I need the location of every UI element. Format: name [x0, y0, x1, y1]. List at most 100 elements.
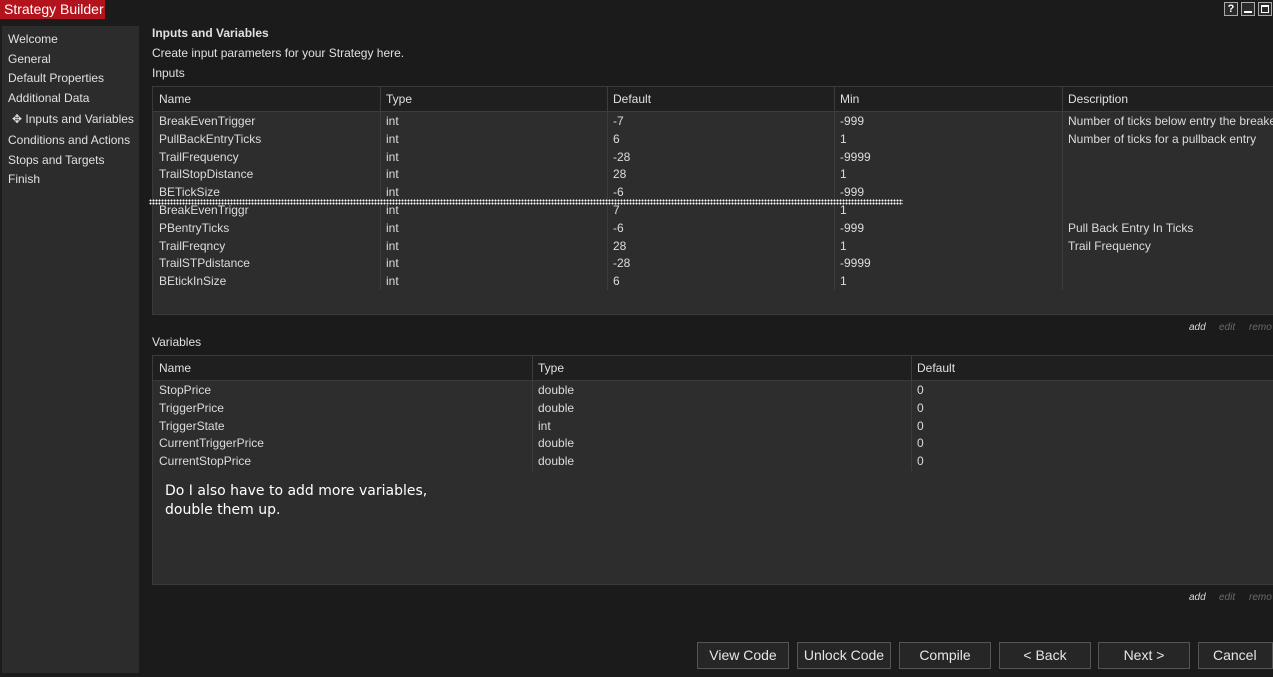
inputs-edit-link[interactable]: edit — [1219, 322, 1235, 333]
variables-table-header: Name Type Default — [153, 356, 1273, 381]
minimize-icon[interactable] — [1241, 2, 1255, 16]
sidebar-item-stops-and-targets[interactable]: Stops and Targets — [8, 153, 105, 167]
help-icon[interactable]: ? — [1224, 2, 1238, 16]
table-row[interactable]: TrailFrequency int -28 -9999 — [153, 149, 1273, 167]
variables-label: Variables — [152, 335, 202, 349]
table-row[interactable]: BEtickInSize int 6 1 — [153, 273, 1273, 291]
table-cell: -6 — [613, 220, 624, 235]
column-header-name[interactable]: Name — [153, 87, 191, 112]
table-cell: 0 — [917, 383, 924, 397]
table-cell: 28 — [613, 238, 627, 253]
table-row[interactable]: PBentryTicks int -6 -999 Pull Back Entry In … — [153, 220, 1273, 238]
table-cell: int — [386, 274, 399, 289]
column-header-description[interactable]: Description — [1062, 87, 1128, 112]
table-cell: Pull Back Entry In Ticks — [1068, 220, 1194, 235]
table-cell: int — [386, 149, 399, 164]
annotation-line-2: double them up. — [165, 502, 281, 518]
maximize-icon[interactable] — [1258, 2, 1272, 16]
table-row[interactable]: TriggerState int 0 — [153, 418, 1273, 436]
table-cell: 1 — [840, 238, 847, 253]
table-cell: CurrentStopPrice — [159, 454, 252, 469]
table-cell: PBentryTicks — [159, 220, 230, 235]
sidebar-item-additional-data[interactable]: Additional Data — [8, 91, 89, 105]
table-cell: TrailFreqncy — [159, 238, 226, 253]
table-cell: 28 — [613, 167, 627, 182]
inputs-remove-link[interactable]: remo — [1249, 322, 1272, 333]
table-cell: int — [386, 131, 399, 146]
table-row[interactable]: PullBackEntryTicks int 6 1 Number of ticks f… — [153, 131, 1273, 149]
sidebar-item-default-properties[interactable]: Default Properties — [8, 71, 104, 85]
page-description: Create input parameters for your Strateg… — [152, 46, 405, 60]
table-cell: -9999 — [840, 256, 871, 271]
unlock-code-button[interactable]: Unlock Code — [797, 642, 891, 669]
table-cell: int — [386, 256, 399, 271]
page-title: Inputs and Variables — [152, 26, 269, 40]
variables-edit-link[interactable]: edit — [1219, 592, 1235, 603]
dotted-separator — [149, 199, 903, 205]
table-cell: StopPrice — [159, 383, 212, 397]
table-row[interactable]: TrailStopDistance int 28 1 — [153, 166, 1273, 184]
column-header-type[interactable]: Type — [532, 356, 564, 381]
inputs-add-link[interactable]: add — [1189, 322, 1206, 333]
column-header-default[interactable]: Default — [607, 87, 651, 112]
table-cell: -999 — [840, 114, 865, 128]
annotation-note: Do I also have to add more variables, do… — [165, 482, 427, 520]
column-header-min[interactable]: Min — [834, 87, 859, 112]
table-cell: 6 — [613, 131, 620, 146]
view-code-button[interactable]: View Code — [697, 642, 789, 669]
table-cell: 6 — [613, 274, 620, 289]
table-cell: Trail Frequency — [1068, 238, 1151, 253]
title-bar: Strategy Builder ? — [0, 0, 1273, 19]
table-cell: TrailSTPdistance — [159, 256, 250, 271]
table-cell: int — [538, 418, 551, 433]
table-row[interactable]: TrailSTPdistance int -28 -9999 — [153, 255, 1273, 273]
sidebar: Welcome General Default Properties Addit… — [2, 26, 139, 673]
cancel-button[interactable]: Cancel — [1198, 642, 1273, 669]
table-cell: Number of ticks below entry the breakeve… — [1068, 114, 1273, 128]
table-cell: -7 — [613, 114, 624, 128]
annotation-line-1: Do I also have to add more variables, — [165, 483, 428, 499]
table-cell: 0 — [917, 436, 924, 451]
table-cell: 0 — [917, 400, 924, 415]
table-cell: double — [538, 454, 575, 469]
table-cell: int — [386, 220, 399, 235]
table-cell: -28 — [613, 256, 631, 271]
table-cell: 0 — [917, 454, 924, 469]
table-cell: TrailStopDistance — [159, 167, 254, 182]
table-row[interactable]: TriggerPrice double 0 — [153, 400, 1273, 418]
table-cell: double — [538, 400, 575, 415]
inputs-table-header: Name Type Default Min Description — [153, 87, 1273, 112]
table-cell: 1 — [840, 274, 847, 289]
table-cell: TriggerState — [159, 418, 225, 433]
table-row[interactable]: StopPrice double 0 — [153, 382, 1273, 400]
table-cell: TrailFrequency — [159, 149, 239, 164]
table-row[interactable]: TrailFreqncy int 28 1 Trail Frequency — [153, 238, 1273, 256]
table-cell: -9999 — [840, 149, 871, 164]
table-cell: 0 — [917, 418, 924, 433]
table-cell: 1 — [840, 167, 847, 182]
column-header-name[interactable]: Name — [153, 356, 191, 381]
variables-add-link[interactable]: add — [1189, 592, 1206, 603]
column-header-type[interactable]: Type — [380, 87, 412, 112]
table-cell: Number of ticks for a pullback entry — [1068, 131, 1257, 146]
sidebar-item-welcome[interactable]: Welcome — [8, 32, 58, 46]
table-cell: BreakEvenTrigger — [159, 114, 256, 128]
table-cell: double — [538, 383, 575, 397]
table-cell: int — [386, 167, 399, 182]
table-cell: -999 — [840, 220, 865, 235]
column-header-default[interactable]: Default — [911, 356, 955, 381]
sidebar-item-finish[interactable]: Finish — [8, 172, 40, 186]
sidebar-item-general[interactable]: General — [8, 52, 51, 66]
next-button[interactable]: Next > — [1098, 642, 1190, 669]
table-cell: int — [386, 238, 399, 253]
sidebar-item-inputs-and-variables[interactable]: ✥ Inputs and Variables — [12, 112, 134, 126]
table-row[interactable]: CurrentStopPrice double 0 — [153, 453, 1273, 471]
sidebar-item-conditions-and-actions[interactable]: Conditions and Actions — [8, 133, 130, 147]
table-row[interactable]: CurrentTriggerPrice double 0 — [153, 435, 1273, 453]
table-cell: TriggerPrice — [159, 400, 224, 415]
table-row[interactable]: BreakEvenTrigger int -7 -999 Number of ticks… — [153, 113, 1273, 131]
compile-button[interactable]: Compile — [899, 642, 991, 669]
variables-table: Name Type Default StopPrice double 0 Trigge… — [152, 355, 1273, 585]
back-button[interactable]: < Back — [999, 642, 1091, 669]
variables-remove-link[interactable]: remo — [1249, 592, 1272, 603]
